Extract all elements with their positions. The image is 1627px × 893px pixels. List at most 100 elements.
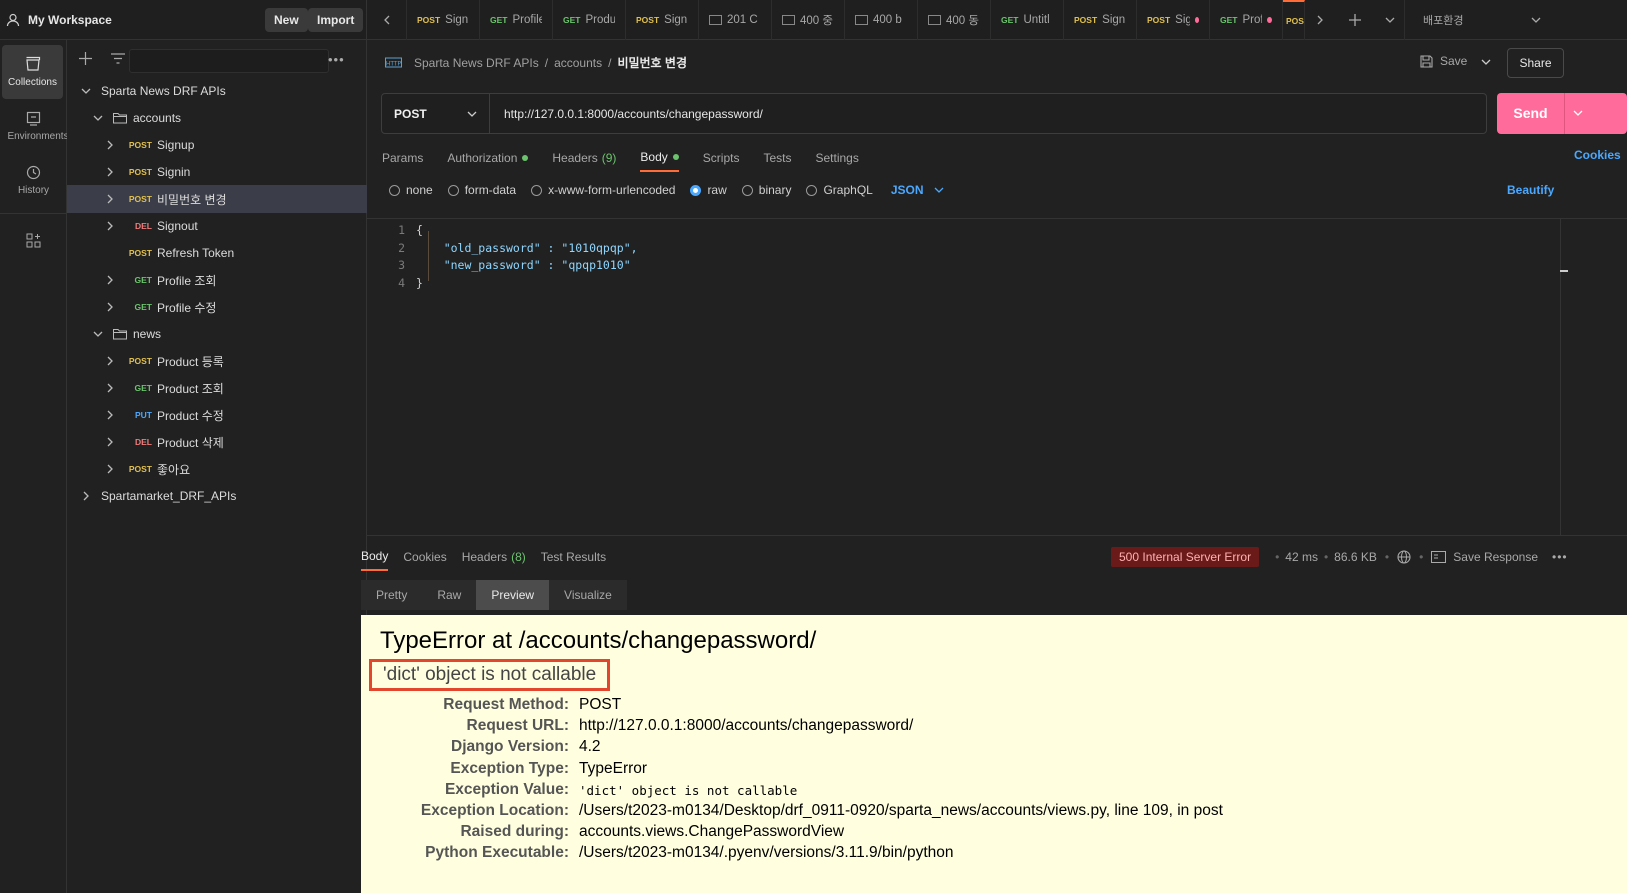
chevron-right-icon[interactable] xyxy=(103,464,117,474)
response-more-icon[interactable]: ••• xyxy=(1552,550,1568,564)
tabs-dropdown-icon[interactable] xyxy=(1375,0,1405,40)
tab-4[interactable]: 201 C xyxy=(699,0,772,40)
environment-selector[interactable]: 배포환경 xyxy=(1405,0,1551,40)
body-option-GraphQL[interactable]: GraphQL xyxy=(806,183,873,197)
tab-12[interactable]: POS xyxy=(1283,0,1305,40)
response-time[interactable]: 42 ms xyxy=(1285,550,1318,564)
url-input[interactable]: http://127.0.0.1:8000/accounts/changepas… xyxy=(490,107,763,121)
method-selector[interactable]: POST xyxy=(382,94,490,133)
chevron-right-icon[interactable] xyxy=(103,194,117,204)
rail-collections[interactable]: Collections xyxy=(2,45,63,99)
code-line[interactable]: { xyxy=(416,223,423,237)
chevron-down-icon[interactable] xyxy=(91,331,105,337)
response-tab-test-results[interactable]: Test Results xyxy=(541,543,606,571)
breadcrumb-collection[interactable]: Sparta News DRF APIs xyxy=(414,56,539,70)
filter-icon[interactable] xyxy=(111,53,125,64)
body-option-raw[interactable]: raw xyxy=(690,183,727,197)
rail-environments[interactable]: Environments xyxy=(0,99,67,153)
cookies-link[interactable]: Cookies xyxy=(1574,148,1621,162)
tree-item[interactable]: POST 비밀번호 변경 xyxy=(67,185,367,213)
body-option-x-www-form-urlencoded[interactable]: x-www-form-urlencoded xyxy=(531,183,675,197)
share-button[interactable]: Share xyxy=(1507,48,1564,78)
chevron-right-icon[interactable] xyxy=(103,221,117,231)
response-tab-body[interactable]: Body xyxy=(361,543,389,571)
editor-scroll-thumb[interactable] xyxy=(1560,270,1568,272)
tabs-scroll-left-icon[interactable] xyxy=(367,0,407,40)
chevron-right-icon[interactable] xyxy=(103,275,117,285)
import-button[interactable]: Import xyxy=(308,8,364,32)
tree-item[interactable]: POST Product 등록 xyxy=(67,347,367,375)
tree-item[interactable]: GET Profile 수정 xyxy=(67,293,367,321)
save-response-button[interactable]: Save Response xyxy=(1453,550,1538,564)
tree-item[interactable]: GET Product 조회 xyxy=(67,374,367,402)
chevron-right-icon[interactable] xyxy=(103,356,117,366)
tree-item[interactable]: Spartamarket_DRF_APIs xyxy=(67,482,367,510)
body-option-form-data[interactable]: form-data xyxy=(447,183,516,197)
tab-8[interactable]: GET Untitl xyxy=(991,0,1064,40)
tree-item[interactable]: PUT Product 수정 xyxy=(67,401,367,429)
view-tab-raw[interactable]: Raw xyxy=(422,580,476,610)
tab-body[interactable]: Body xyxy=(640,144,679,172)
view-tab-visualize[interactable]: Visualize xyxy=(549,580,627,610)
tree-item[interactable]: news xyxy=(67,320,367,348)
body-code-editor[interactable]: 1 {2 "old_password" : "1010qpqp", 3 "new_p… xyxy=(367,218,1627,536)
radio-button[interactable] xyxy=(690,184,702,196)
radio-button[interactable] xyxy=(447,184,459,196)
tab-9[interactable]: POST Sign xyxy=(1064,0,1137,40)
tab-0[interactable]: POST Sign xyxy=(407,0,480,40)
chevron-down-icon[interactable] xyxy=(91,115,105,121)
workspace-name[interactable]: My Workspace xyxy=(28,13,112,27)
tab-authorization[interactable]: Authorization xyxy=(447,144,529,172)
chevron-right-icon[interactable] xyxy=(79,491,93,501)
tab-6[interactable]: 400 b xyxy=(845,0,918,40)
response-size[interactable]: 86.6 KB xyxy=(1334,550,1377,564)
tab-params[interactable]: Params xyxy=(382,144,423,172)
breadcrumb-folder[interactable]: accounts xyxy=(554,56,602,70)
rail-history[interactable]: History xyxy=(0,153,67,207)
new-tab-plus-icon[interactable] xyxy=(1335,0,1375,40)
tree-item[interactable]: POST 좋아요 xyxy=(67,455,367,483)
body-option-binary[interactable]: binary xyxy=(741,183,791,197)
beautify-link[interactable]: Beautify xyxy=(1507,183,1554,197)
tree-item[interactable]: GET Profile 조회 xyxy=(67,266,367,294)
sidebar-search-input[interactable] xyxy=(129,49,329,73)
tab-headers[interactable]: Headers (9) xyxy=(552,144,616,172)
globe-icon[interactable] xyxy=(1397,550,1411,564)
radio-button[interactable] xyxy=(741,184,753,196)
chevron-right-icon[interactable] xyxy=(103,437,117,447)
add-collection-plus-icon[interactable] xyxy=(79,52,92,65)
rail-add-apps[interactable] xyxy=(0,220,67,260)
chevron-right-icon[interactable] xyxy=(103,410,117,420)
tab-7[interactable]: 400 동 xyxy=(918,0,991,40)
tree-item[interactable]: accounts xyxy=(67,104,367,132)
view-tab-preview[interactable]: Preview xyxy=(476,580,550,610)
status-badge[interactable]: 500 Internal Server Error xyxy=(1111,547,1260,567)
tree-item[interactable]: DEL Signout xyxy=(67,212,367,240)
tabs-scroll-right-icon[interactable] xyxy=(1305,0,1335,40)
new-button[interactable]: New xyxy=(265,8,308,32)
body-option-none[interactable]: none xyxy=(389,183,433,197)
radio-button[interactable] xyxy=(806,184,818,196)
tree-item[interactable]: DEL Product 삭제 xyxy=(67,428,367,456)
tab-11[interactable]: GET Profi xyxy=(1210,0,1283,40)
send-dropdown-icon[interactable] xyxy=(1573,110,1583,116)
tab-5[interactable]: 400 중 xyxy=(772,0,845,40)
save-dropdown-icon[interactable] xyxy=(1481,59,1491,65)
tab-2[interactable]: GET Produ xyxy=(553,0,626,40)
tree-item[interactable]: POST Signin xyxy=(67,158,367,186)
code-line[interactable]: "old_password" : "1010qpqp", xyxy=(416,241,638,255)
chevron-right-icon[interactable] xyxy=(103,167,117,177)
send-button[interactable]: Send xyxy=(1497,93,1627,134)
breadcrumb-request[interactable]: 비밀번호 변경 xyxy=(617,54,687,71)
radio-button[interactable] xyxy=(531,184,543,196)
more-options-icon[interactable]: ••• xyxy=(328,52,345,67)
tab-scripts[interactable]: Scripts xyxy=(703,144,740,172)
code-line[interactable]: } xyxy=(416,276,423,290)
response-tab-headers[interactable]: Headers (8) xyxy=(462,543,526,571)
tree-item[interactable]: Sparta News DRF APIs xyxy=(67,77,367,105)
body-format-selector[interactable]: JSON xyxy=(891,183,944,197)
view-tab-pretty[interactable]: Pretty xyxy=(361,580,422,610)
code-line[interactable]: "new_password" : "qpqp1010" xyxy=(416,258,631,272)
tree-item[interactable]: POST Refresh Token xyxy=(67,239,367,267)
tab-10[interactable]: POST Sigr xyxy=(1137,0,1210,40)
